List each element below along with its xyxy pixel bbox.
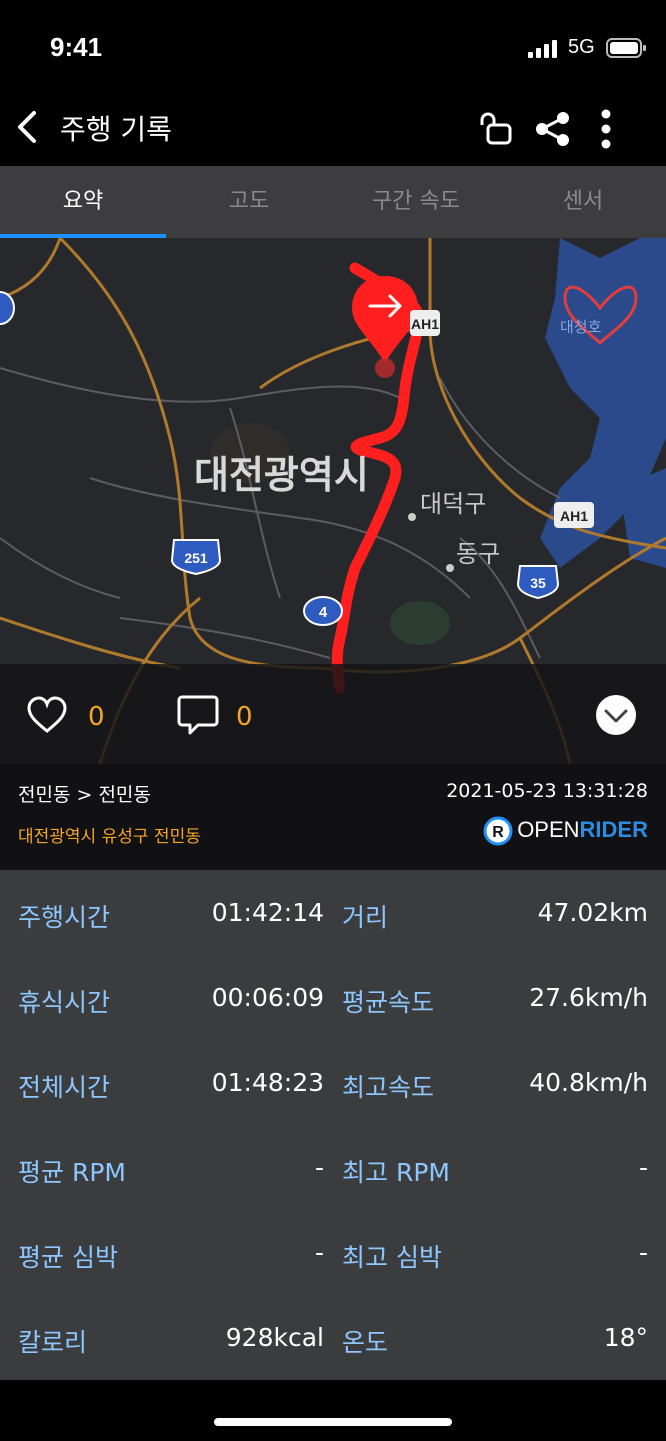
network-type: 5G bbox=[568, 36, 595, 58]
stat-value: 18° bbox=[603, 1323, 648, 1352]
stats-row: 평균 RPM - 최고 RPM - bbox=[0, 1125, 666, 1210]
stat-label: 칼로리 bbox=[18, 1328, 88, 1357]
highway-label: AH1 bbox=[411, 316, 439, 332]
highway-label: 35 bbox=[530, 575, 546, 591]
stats-row: 평균 심박 - 최고 심박 - bbox=[0, 1210, 666, 1295]
app-header: 주행 기록 bbox=[0, 96, 666, 166]
route-info: 전민동 > 전민동 2021-05-23 13:31:28 대전광역시 유성구 … bbox=[0, 764, 666, 870]
place-dot bbox=[408, 513, 416, 521]
highway-label: AH1 bbox=[560, 508, 588, 524]
stat-value: 01:42:14 bbox=[211, 898, 324, 927]
stats-row: 전체시간 01:48:23 최고속도 40.8km/h bbox=[0, 1040, 666, 1125]
ride-datetime: 2021-05-23 13:31:28 bbox=[446, 780, 648, 802]
more-icon[interactable] bbox=[598, 108, 614, 150]
stat-value: 928kcal bbox=[225, 1323, 324, 1352]
comment-icon[interactable] bbox=[176, 694, 220, 736]
route-marker bbox=[0, 291, 15, 325]
highway-label: 4 bbox=[319, 604, 328, 621]
route-path: 전민동 > 전민동 bbox=[18, 784, 151, 806]
start-marker-base bbox=[375, 358, 395, 378]
tab-elevation-label: 고도 bbox=[228, 189, 270, 214]
map-label-district: 동구 bbox=[456, 540, 500, 568]
signal-icon bbox=[528, 40, 557, 58]
home-indicator[interactable] bbox=[214, 1418, 452, 1426]
tab-summary[interactable]: 요약 bbox=[0, 166, 166, 238]
stat-label: 최고 심박 bbox=[342, 1243, 442, 1272]
place-dot bbox=[446, 564, 454, 572]
openrider-logo-icon: R bbox=[483, 816, 513, 846]
comment-count: 0 bbox=[236, 702, 253, 732]
stat-value: 27.6km/h bbox=[529, 983, 648, 1012]
stat-label: 거리 bbox=[342, 903, 389, 932]
stat-label: 최고속도 bbox=[342, 1073, 435, 1102]
route-address: 대전광역시 유성구 전민동 bbox=[18, 827, 201, 847]
stat-value: - bbox=[314, 1238, 324, 1267]
stats-row: 휴식시간 00:06:09 평균속도 27.6km/h bbox=[0, 955, 666, 1040]
tab-section-speed[interactable]: 구간 속도 bbox=[333, 166, 499, 238]
stat-label: 온도 bbox=[342, 1328, 389, 1357]
brand-rider: RIDER bbox=[579, 816, 648, 842]
share-icon[interactable] bbox=[534, 110, 572, 148]
svg-text:R: R bbox=[492, 824, 504, 841]
unlock-icon[interactable] bbox=[478, 110, 514, 146]
stat-value: 40.8km/h bbox=[529, 1068, 648, 1097]
stat-value: - bbox=[638, 1238, 648, 1267]
status-bar: 9:41 5G bbox=[0, 0, 666, 96]
heart-icon[interactable] bbox=[26, 696, 68, 734]
tab-sensor[interactable]: 센서 bbox=[500, 166, 666, 238]
tab-bar: 요약 고도 구간 속도 센서 bbox=[0, 166, 666, 238]
stats-row: 칼로리 928kcal 온도 18° bbox=[0, 1295, 666, 1380]
stat-label: 휴식시간 bbox=[18, 988, 111, 1017]
stat-value: - bbox=[314, 1153, 324, 1182]
stat-value: - bbox=[638, 1153, 648, 1182]
park-area bbox=[390, 601, 450, 645]
status-time: 9:41 bbox=[50, 32, 103, 62]
stat-label: 주행시간 bbox=[18, 903, 111, 932]
chevron-down-icon[interactable] bbox=[595, 694, 637, 736]
stat-value: 47.02km bbox=[537, 898, 648, 927]
back-icon[interactable] bbox=[14, 110, 42, 144]
map-label-lake: 대청호 bbox=[560, 318, 602, 336]
stats-row: 주행시간 01:42:14 거리 47.02km bbox=[0, 870, 666, 955]
stat-value: 00:06:09 bbox=[211, 983, 324, 1012]
tab-summary-label: 요약 bbox=[62, 189, 104, 214]
like-count: 0 bbox=[88, 702, 105, 732]
stat-label: 평균속도 bbox=[342, 988, 435, 1017]
action-bar: 0 0 bbox=[0, 664, 666, 764]
stat-label: 평균 심박 bbox=[18, 1243, 118, 1272]
stat-value: 01:48:23 bbox=[211, 1068, 324, 1097]
map-label-city: 대전광역시 bbox=[194, 453, 369, 497]
tab-elevation[interactable]: 고도 bbox=[166, 166, 332, 238]
tab-section-speed-label: 구간 속도 bbox=[372, 189, 460, 214]
page-title: 주행 기록 bbox=[60, 113, 172, 146]
brand-open: OPEN bbox=[517, 816, 580, 842]
tab-sensor-label: 센서 bbox=[562, 189, 604, 214]
stat-label: 최고 RPM bbox=[342, 1158, 450, 1187]
map-label-district: 대덕구 bbox=[420, 490, 486, 518]
openrider-logo: R OPENRIDER bbox=[483, 816, 648, 846]
highway-label: 251 bbox=[184, 550, 208, 566]
stats-table: 주행시간 01:42:14 거리 47.02km 휴식시간 00:06:09 평… bbox=[0, 870, 666, 1380]
battery-icon bbox=[606, 38, 646, 58]
stat-label: 평균 RPM bbox=[18, 1158, 126, 1187]
stat-label: 전체시간 bbox=[18, 1073, 111, 1102]
